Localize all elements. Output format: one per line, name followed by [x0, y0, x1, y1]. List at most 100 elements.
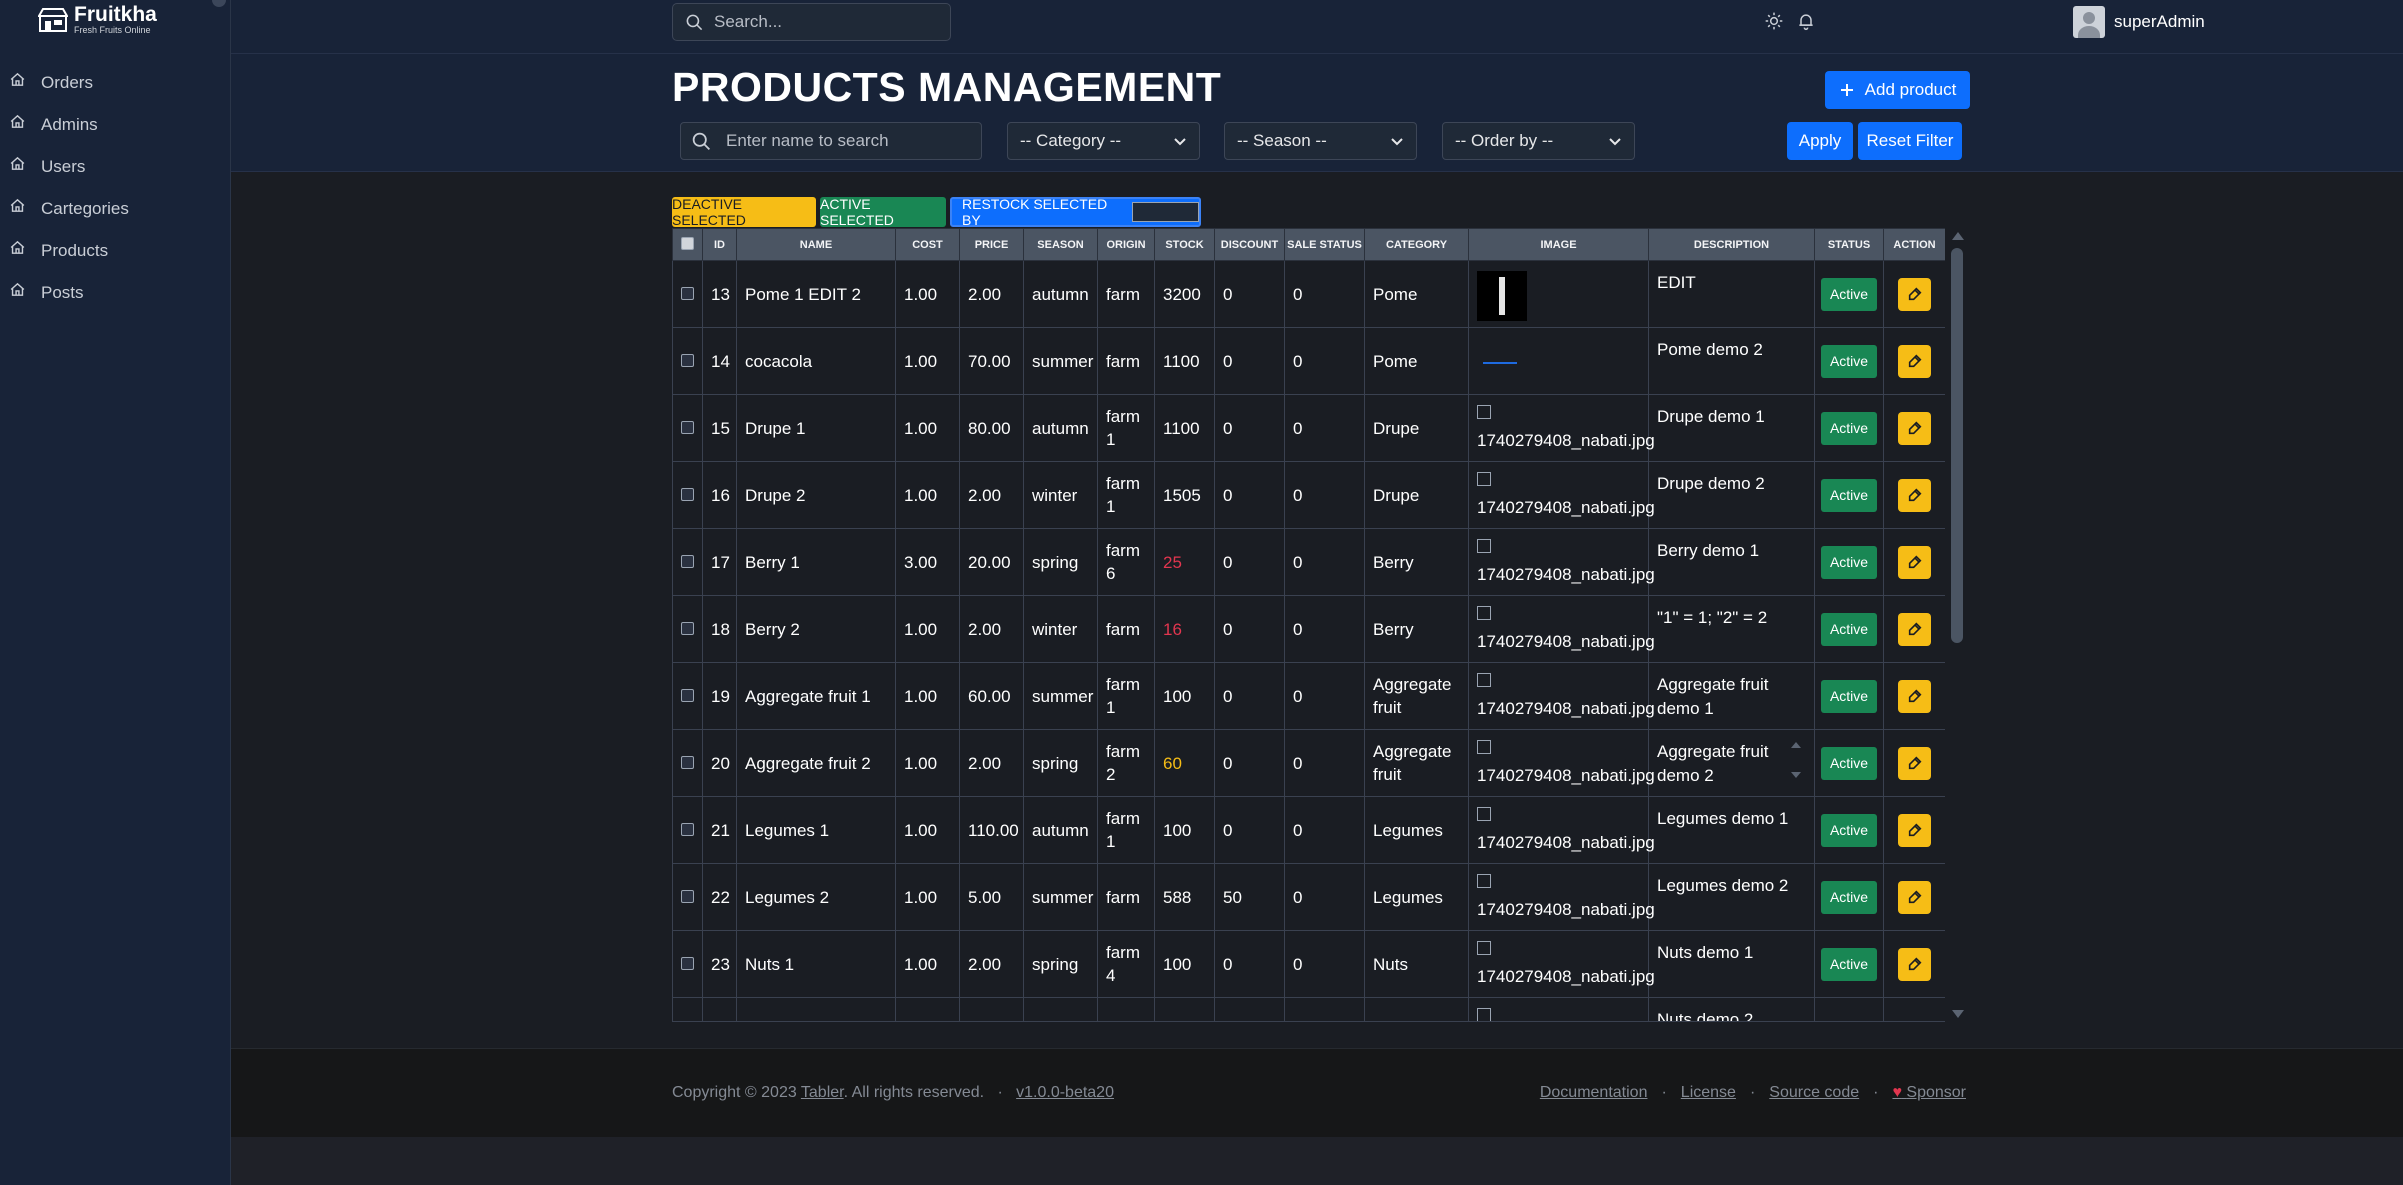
category-select-value: -- Category --	[1020, 131, 1122, 150]
scroll-up-arrow[interactable]	[1952, 232, 1964, 240]
edit-button[interactable]	[1898, 813, 1931, 847]
edit-button[interactable]	[1898, 679, 1931, 713]
sidebar-item-users[interactable]: Users	[0, 146, 231, 188]
row-checkbox[interactable]	[681, 688, 694, 702]
brand-logo[interactable]: Fruitkha Fresh Fruits Online	[38, 4, 157, 35]
select-all-checkbox[interactable]	[672, 228, 703, 261]
sidebar-item-orders[interactable]: Orders	[0, 62, 231, 104]
cell-status: Active	[1814, 461, 1884, 530]
tabler-link[interactable]: Tabler	[801, 1084, 844, 1101]
name-search-input[interactable]	[726, 131, 976, 151]
sidebar-item-admins[interactable]: Admins	[0, 104, 231, 146]
cell-cost: 1.00	[895, 796, 960, 865]
name-search[interactable]	[680, 122, 982, 160]
column-header: ACTION	[1883, 228, 1945, 261]
status-toggle-button[interactable]: Active	[1820, 813, 1878, 847]
status-toggle-button[interactable]: Active	[1820, 947, 1878, 981]
status-toggle-button[interactable]: Active	[1820, 679, 1878, 713]
copyright: Copyright © 2023 Tabler. All rights rese…	[672, 1084, 1114, 1102]
row-checkbox[interactable]	[681, 286, 694, 300]
sidebar-item-categories[interactable]: Cartegories	[0, 188, 231, 230]
checkbox[interactable]	[681, 236, 694, 250]
cell-price: 60.00	[959, 662, 1024, 731]
source-code-link[interactable]: Source code	[1769, 1084, 1859, 1102]
edit-button[interactable]	[1898, 880, 1931, 914]
row-checkbox[interactable]	[681, 755, 694, 769]
restock-selected-button[interactable]: RESTOCK SELECTED BY	[950, 196, 1201, 228]
status-toggle-button[interactable]: Active	[1820, 344, 1878, 378]
broken-image-icon	[1477, 405, 1491, 420]
global-search[interactable]	[672, 3, 951, 41]
edit-button[interactable]	[1898, 545, 1931, 579]
apply-button[interactable]: Apply	[1787, 122, 1853, 160]
version-link[interactable]: v1.0.0-beta20	[1016, 1084, 1114, 1101]
row-select-cell	[672, 259, 703, 329]
row-checkbox[interactable]	[681, 554, 694, 568]
cell-price: 2.00	[959, 930, 1024, 999]
row-checkbox[interactable]	[681, 822, 694, 836]
status-toggle-button[interactable]: Active	[1820, 880, 1878, 914]
brand-name: Fruitkha	[74, 3, 157, 26]
reset-filter-button[interactable]: Reset Filter	[1858, 122, 1962, 160]
cell-price	[959, 997, 1024, 1021]
status-toggle-button[interactable]: Active	[1820, 478, 1878, 512]
restock-amount-input[interactable]	[1131, 202, 1199, 222]
cell-cost: 1.00	[895, 394, 960, 463]
cell-category	[1364, 997, 1469, 1021]
status-toggle-button[interactable]: Active	[1820, 411, 1878, 445]
row-checkbox[interactable]	[681, 621, 694, 635]
row-checkbox[interactable]	[681, 487, 694, 501]
separator: ·	[1661, 1084, 1667, 1101]
season-select[interactable]: -- Season --	[1224, 122, 1417, 160]
cell-stock: 100	[1154, 662, 1215, 731]
cell-discount: 0	[1214, 796, 1285, 865]
add-product-button[interactable]: Add product	[1825, 71, 1970, 109]
edit-button[interactable]	[1898, 277, 1931, 311]
deactivate-selected-button[interactable]: DEACTIVE SELECTED	[672, 196, 816, 228]
cell-origin: farm 6	[1097, 528, 1155, 597]
home-icon	[10, 240, 25, 254]
cell-sale-status: 0	[1284, 796, 1365, 865]
row-checkbox[interactable]	[681, 420, 694, 434]
sidebar-item-products[interactable]: Products	[0, 230, 231, 272]
row-checkbox[interactable]	[681, 889, 694, 903]
activate-selected-button[interactable]: ACTIVE SELECTED	[820, 196, 946, 228]
status-toggle-button[interactable]: Active	[1820, 612, 1878, 646]
edit-button[interactable]	[1898, 947, 1931, 981]
edit-icon	[1908, 287, 1921, 301]
cell-price: 2.00	[959, 729, 1024, 798]
license-link[interactable]: License	[1681, 1084, 1736, 1102]
status-toggle-button[interactable]: Active	[1820, 545, 1878, 579]
category-select[interactable]: -- Category --	[1007, 122, 1200, 160]
status-toggle-button[interactable]: Active	[1820, 746, 1878, 780]
cell-category: Legumes	[1364, 863, 1469, 932]
cell-action	[1883, 327, 1945, 396]
user-menu[interactable]: superAdmin	[2073, 6, 2205, 38]
status-toggle-button[interactable]: Active	[1820, 277, 1878, 311]
bell-icon[interactable]	[1796, 11, 1816, 31]
edit-button[interactable]	[1898, 344, 1931, 378]
edit-button[interactable]	[1898, 612, 1931, 646]
cell-stock: 1505	[1154, 461, 1215, 530]
scroll-down-arrow[interactable]	[1952, 1010, 1964, 1018]
cell-name: Legumes 2	[736, 863, 896, 932]
table-scrollbar[interactable]	[1948, 228, 1966, 1022]
row-checkbox[interactable]	[681, 353, 694, 367]
stepper-icon[interactable]	[1789, 740, 1803, 780]
search-input[interactable]	[714, 12, 934, 32]
edit-button[interactable]	[1898, 478, 1931, 512]
sidebar-item-posts[interactable]: Posts	[0, 272, 231, 314]
cell-discount: 50	[1214, 863, 1285, 932]
documentation-link[interactable]: Documentation	[1540, 1084, 1648, 1102]
sponsor-link[interactable]: ♥ Sponsor	[1892, 1084, 1966, 1102]
edit-button[interactable]	[1898, 411, 1931, 445]
column-header: STATUS	[1814, 228, 1884, 261]
order-by-select[interactable]: -- Order by --	[1442, 122, 1635, 160]
edit-button[interactable]	[1898, 746, 1931, 780]
cell-category: Aggregate fruit	[1364, 729, 1469, 798]
row-checkbox[interactable]	[681, 956, 694, 970]
sun-icon[interactable]	[1764, 11, 1784, 31]
scroll-thumb[interactable]	[1951, 248, 1963, 643]
sidebar-collapse-toggle[interactable]	[212, 0, 226, 7]
row-select-cell	[672, 394, 703, 463]
